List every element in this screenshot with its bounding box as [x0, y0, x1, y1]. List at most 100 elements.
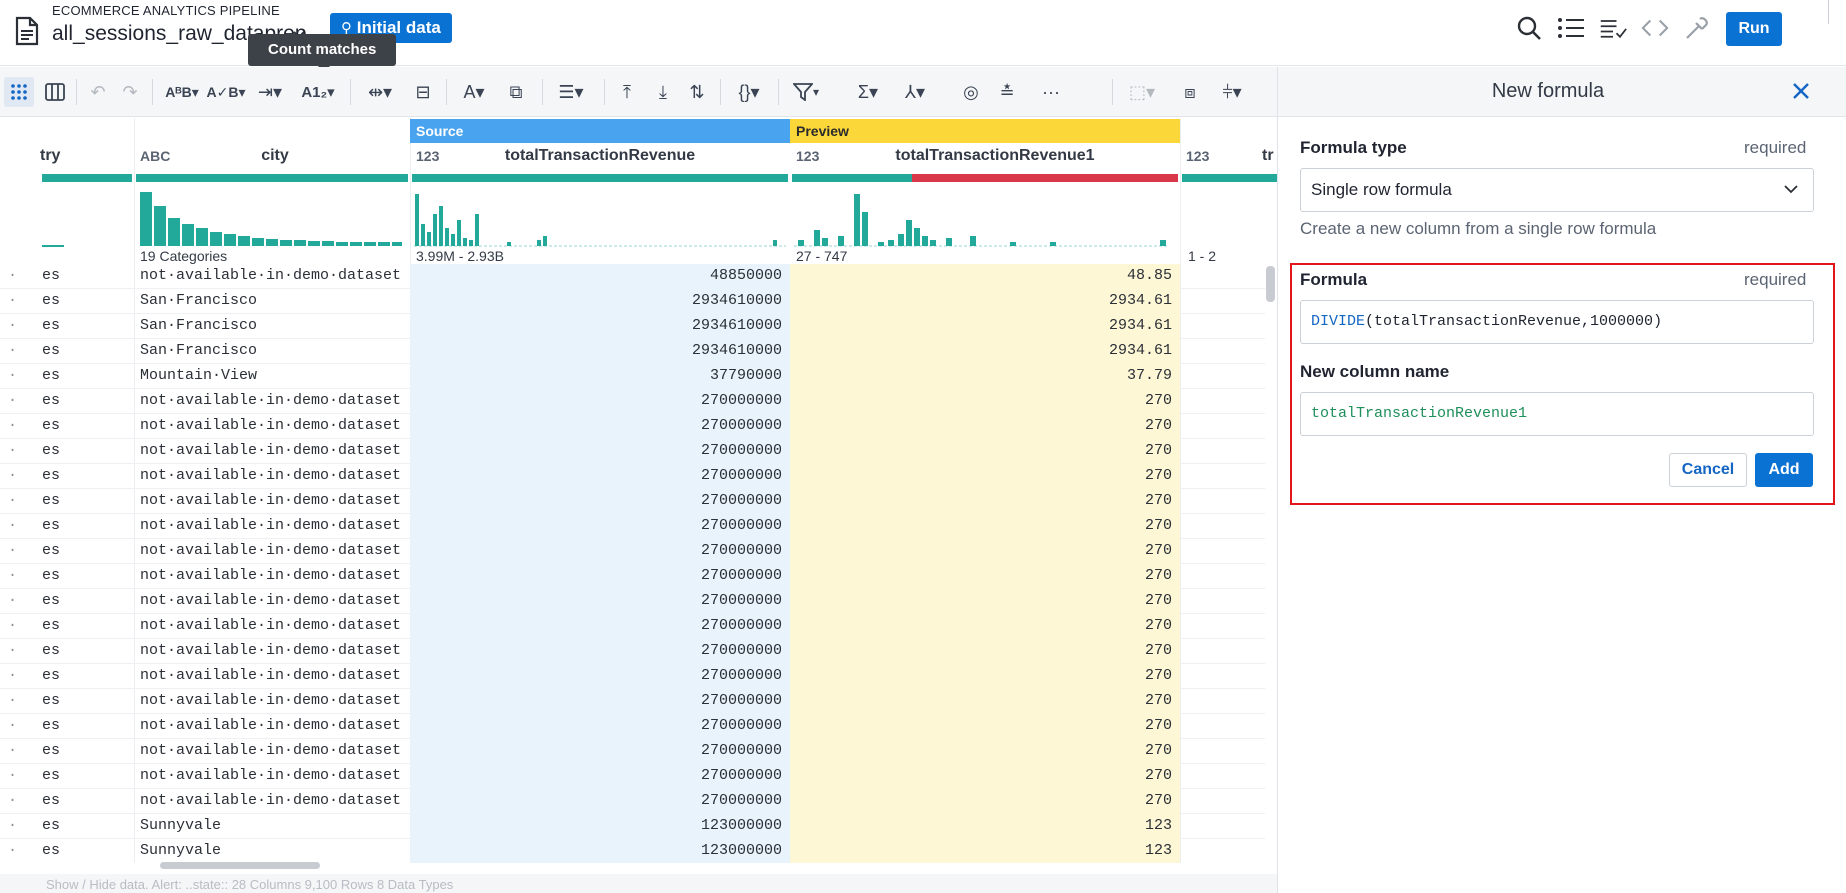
cell-city[interactable]: San·Francisco [140, 314, 410, 339]
cell-country[interactable]: es [42, 714, 132, 739]
table-row[interactable]: · es not·available·in·demo·dataset 27000000… [0, 689, 1265, 714]
cell-source[interactable]: 270000000 [410, 489, 790, 514]
cell-city[interactable]: San·Francisco [140, 289, 410, 314]
cell-source[interactable]: 123000000 [410, 814, 790, 839]
cell-preview[interactable]: 270 [790, 489, 1180, 514]
cell-preview[interactable]: 37.79 [790, 364, 1180, 389]
table-row[interactable]: · es not·available·in·demo·dataset 27000000… [0, 664, 1265, 689]
table-row[interactable]: · es not·available·in·demo·dataset 27000000… [0, 489, 1265, 514]
column-details-icon[interactable]: ⧈ [1176, 77, 1204, 107]
cell-country[interactable]: es [42, 464, 132, 489]
cell-preview[interactable]: 270 [790, 739, 1180, 764]
column-header-preview[interactable]: totalTransactionRevenue1 [830, 147, 1160, 175]
horizontal-scrollbar[interactable] [160, 862, 320, 869]
search-icon[interactable] [1515, 14, 1543, 42]
table-row[interactable]: · es not·available·in·demo·dataset 27000000… [0, 639, 1265, 664]
cell-source[interactable]: 270000000 [410, 539, 790, 564]
cell-country[interactable]: es [42, 689, 132, 714]
pivot-icon[interactable]: ⅄▾ [894, 77, 936, 107]
cell-source[interactable]: 37790000 [410, 364, 790, 389]
more-icon[interactable]: ··· [1036, 77, 1066, 107]
cell-country[interactable]: es [42, 289, 132, 314]
cell-country[interactable]: es [42, 739, 132, 764]
cell-source[interactable]: 270000000 [410, 639, 790, 664]
table-row[interactable]: · es not·available·in·demo·dataset 48850000… [0, 264, 1265, 289]
cell-country[interactable]: es [42, 414, 132, 439]
table-row[interactable]: · es San·Francisco 2934610000 2934.61 [0, 339, 1265, 364]
cell-source[interactable]: 270000000 [410, 789, 790, 814]
color-format-icon[interactable]: ⧉ [500, 77, 532, 107]
cell-country[interactable]: es [42, 664, 132, 689]
filter-icon[interactable]: ▾ [786, 77, 826, 107]
table-row[interactable]: · es not·available·in·demo·dataset 27000000… [0, 789, 1265, 814]
document-icon[interactable] [14, 16, 40, 46]
integer-type-icon[interactable]: 123 [416, 148, 439, 164]
vertical-scrollbar[interactable] [1266, 266, 1275, 302]
cell-country[interactable]: es [42, 439, 132, 464]
column-header-city[interactable]: city [175, 147, 375, 175]
cell-preview[interactable]: 270 [790, 789, 1180, 814]
quality-bar[interactable] [42, 174, 132, 182]
cell-preview[interactable]: 270 [790, 689, 1180, 714]
cancel-button[interactable]: Cancel [1669, 453, 1747, 487]
cell-city[interactable]: not·available·in·demo·dataset [140, 739, 410, 764]
cell-country[interactable]: es [42, 564, 132, 589]
cell-preview[interactable]: 270 [790, 464, 1180, 489]
cell-source[interactable]: 270000000 [410, 464, 790, 489]
quality-bar[interactable] [412, 174, 788, 182]
cell-source[interactable]: 270000000 [410, 414, 790, 439]
rows-down-icon[interactable]: ⤓ [648, 77, 678, 107]
cell-source[interactable]: 270000000 [410, 739, 790, 764]
window-scrollbar[interactable] [1828, 0, 1846, 24]
cell-preview[interactable]: 270 [790, 389, 1180, 414]
cell-preview[interactable]: 270 [790, 589, 1180, 614]
cell-preview[interactable]: 270 [790, 664, 1180, 689]
run-button[interactable]: Run [1726, 12, 1782, 46]
close-icon[interactable] [1788, 78, 1814, 104]
cell-country[interactable]: es [42, 264, 132, 289]
cell-preview[interactable]: 270 [790, 439, 1180, 464]
change-type-icon[interactable]: AᴮB▾ [162, 77, 202, 107]
text-sort-icon[interactable]: ⇅ [682, 77, 712, 107]
cell-country[interactable]: es [42, 764, 132, 789]
cell-source[interactable]: 270000000 [410, 564, 790, 589]
table-row[interactable]: · es not·available·in·demo·dataset 27000000… [0, 539, 1265, 564]
cell-city[interactable]: not·available·in·demo·dataset [140, 689, 410, 714]
cell-source[interactable]: 2934610000 [410, 339, 790, 364]
cell-country[interactable]: es [42, 839, 132, 863]
recipe-list-icon[interactable] [1599, 14, 1627, 42]
cell-city[interactable]: not·available·in·demo·dataset [140, 564, 410, 589]
cell-city[interactable]: not·available·in·demo·dataset [140, 489, 410, 514]
table-row[interactable]: · es not·available·in·demo·dataset 27000000… [0, 439, 1265, 464]
quality-bar-invalid[interactable] [912, 174, 1178, 182]
cell-city[interactable]: not·available·in·demo·dataset [140, 539, 410, 564]
integer-type-icon[interactable]: 123 [796, 148, 819, 164]
eyedropper-icon[interactable] [1683, 14, 1711, 42]
cell-source[interactable]: 2934610000 [410, 314, 790, 339]
cell-country[interactable]: es [42, 314, 132, 339]
code-icon[interactable] [1641, 14, 1669, 42]
integer-type-icon[interactable]: 123 [1186, 148, 1209, 164]
cell-source[interactable]: 270000000 [410, 664, 790, 689]
cell-preview[interactable]: 270 [790, 714, 1180, 739]
table-row[interactable]: · es not·available·in·demo·dataset 27000000… [0, 389, 1265, 414]
cell-preview[interactable]: 48.85 [790, 264, 1180, 289]
cell-preview[interactable]: 270 [790, 639, 1180, 664]
cell-country[interactable]: es [42, 339, 132, 364]
quality-bar[interactable] [1182, 174, 1277, 182]
table-row[interactable]: · es Sunnyvale 123000000 123 [0, 839, 1265, 863]
table-row[interactable]: · es not·available·in·demo·dataset 27000000… [0, 514, 1265, 539]
quality-bar[interactable] [136, 174, 408, 182]
select-icon[interactable]: ⬚▾ [1122, 77, 1162, 107]
cell-country[interactable]: es [42, 789, 132, 814]
cell-source[interactable]: 123000000 [410, 839, 790, 863]
settings-sliders-icon[interactable]: ⫩▾ [1210, 77, 1254, 107]
cell-city[interactable]: not·available·in·demo·dataset [140, 789, 410, 814]
cell-city[interactable]: not·available·in·demo·dataset [140, 514, 410, 539]
list-icon[interactable] [1557, 14, 1585, 42]
cell-city[interactable]: not·available·in·demo·dataset [140, 464, 410, 489]
column-header-source[interactable]: totalTransactionRevenue [450, 147, 750, 175]
grid-view-icon[interactable] [4, 77, 34, 107]
cell-preview[interactable]: 123 [790, 814, 1180, 839]
cell-city[interactable]: Sunnyvale [140, 839, 410, 863]
